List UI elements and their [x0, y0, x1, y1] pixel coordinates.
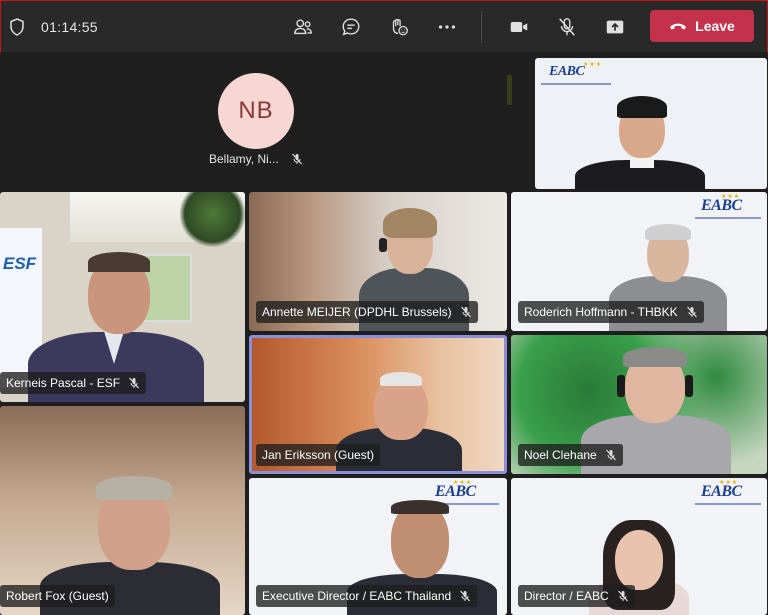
phone-icon: [669, 21, 687, 31]
participant-name-tag: Director / EABC: [518, 585, 635, 607]
chat-icon[interactable]: [337, 13, 365, 41]
eabc-logo-subtitle: [695, 217, 761, 219]
avatar-name-row: Bellamy, Ni...: [209, 152, 303, 166]
eabc-logo-subtitle: [541, 83, 611, 85]
speaking-indicator: [507, 75, 512, 105]
participant-name-tag: Executive Director / EABC Thailand: [256, 585, 478, 607]
participant-tile-video[interactable]: Noel Clehane: [511, 335, 767, 474]
shield-icon[interactable]: [9, 18, 25, 36]
participant-name-tag: Jan Eriksson (Guest): [256, 444, 381, 466]
participant-tile-video[interactable]: Robert Fox (Guest): [0, 406, 245, 615]
mic-off-icon: [605, 449, 616, 461]
leave-label: Leave: [695, 18, 735, 34]
participant-name: Jan Eriksson (Guest): [262, 448, 375, 462]
eabc-logo: EABC: [549, 64, 585, 79]
toolbar-divider: [481, 11, 482, 43]
participant-name: Annette MEIJER (DPDHL Brussels): [262, 305, 452, 319]
eu-stars: ★★★: [721, 194, 741, 200]
participant-tile-video[interactable]: EABC ★★★ Executive Director / EABC Thail…: [249, 478, 507, 615]
mic-off-icon: [617, 590, 628, 602]
toolbar-left: 01:14:55: [9, 1, 98, 53]
eu-stars: ★★★: [453, 480, 473, 486]
esf-logo: ESF: [3, 254, 37, 273]
participant-tile-video[interactable]: EABC ★★★ Director / EABC: [511, 478, 767, 615]
participant-name: Robert Fox (Guest): [6, 589, 109, 603]
participant-name-tag: Robert Fox (Guest): [0, 585, 115, 607]
meeting-timer: 01:14:55: [41, 19, 98, 35]
eu-stars: ★★★: [719, 480, 739, 486]
participant-name: Executive Director / EABC Thailand: [262, 589, 452, 603]
participant-name-tag: Noel Clehane: [518, 444, 623, 466]
avatar-initials: NB: [238, 97, 274, 124]
mic-off-icon: [686, 306, 697, 318]
camera-icon[interactable]: [505, 13, 533, 41]
participant-name: Kerneis Pascal - ESF: [6, 376, 121, 390]
mic-off-icon[interactable]: [553, 13, 581, 41]
participant-tile-avatar[interactable]: NB Bellamy, Ni...: [0, 53, 532, 190]
eu-stars: ★★★: [583, 62, 603, 68]
participant-name: Roderich Hoffmann - THBKK: [524, 305, 678, 319]
eabc-logo-subtitle: [695, 503, 761, 505]
participant-name: Noel Clehane: [524, 448, 597, 462]
share-icon[interactable]: [601, 13, 629, 41]
participant-tile-video[interactable]: ESF Kerneis Pascal - ESF: [0, 192, 245, 402]
participant-name-tag: Roderich Hoffmann - THBKK: [518, 301, 704, 323]
reactions-icon[interactable]: [385, 13, 413, 41]
mic-off-icon: [460, 306, 471, 318]
plant: [180, 192, 245, 247]
participant-name-tag: Annette MEIJER (DPDHL Brussels): [256, 301, 478, 323]
participant-tile-video-active[interactable]: Jan Eriksson (Guest): [249, 335, 507, 474]
participant-name: Director / EABC: [524, 589, 609, 603]
mic-off-icon: [460, 590, 471, 602]
participant-tile-video[interactable]: EABC ★★★: [535, 58, 767, 189]
participants-icon[interactable]: [289, 13, 317, 41]
mic-off-icon: [291, 153, 302, 165]
more-icon[interactable]: [433, 13, 461, 41]
avatar-name: Bellamy, Ni...: [209, 152, 279, 166]
mic-off-icon: [129, 377, 139, 389]
leave-button[interactable]: Leave: [650, 10, 754, 42]
meeting-toolbar: 01:14:55 Leave: [0, 0, 768, 52]
participant-name-tag: Kerneis Pascal - ESF: [0, 372, 147, 394]
participant-tile-video[interactable]: EABC ★★★ Roderich Hoffmann - THBKK: [511, 192, 767, 331]
avatar: NB: [218, 73, 294, 149]
participant-tile-video[interactable]: Annette MEIJER (DPDHL Brussels): [249, 192, 507, 331]
